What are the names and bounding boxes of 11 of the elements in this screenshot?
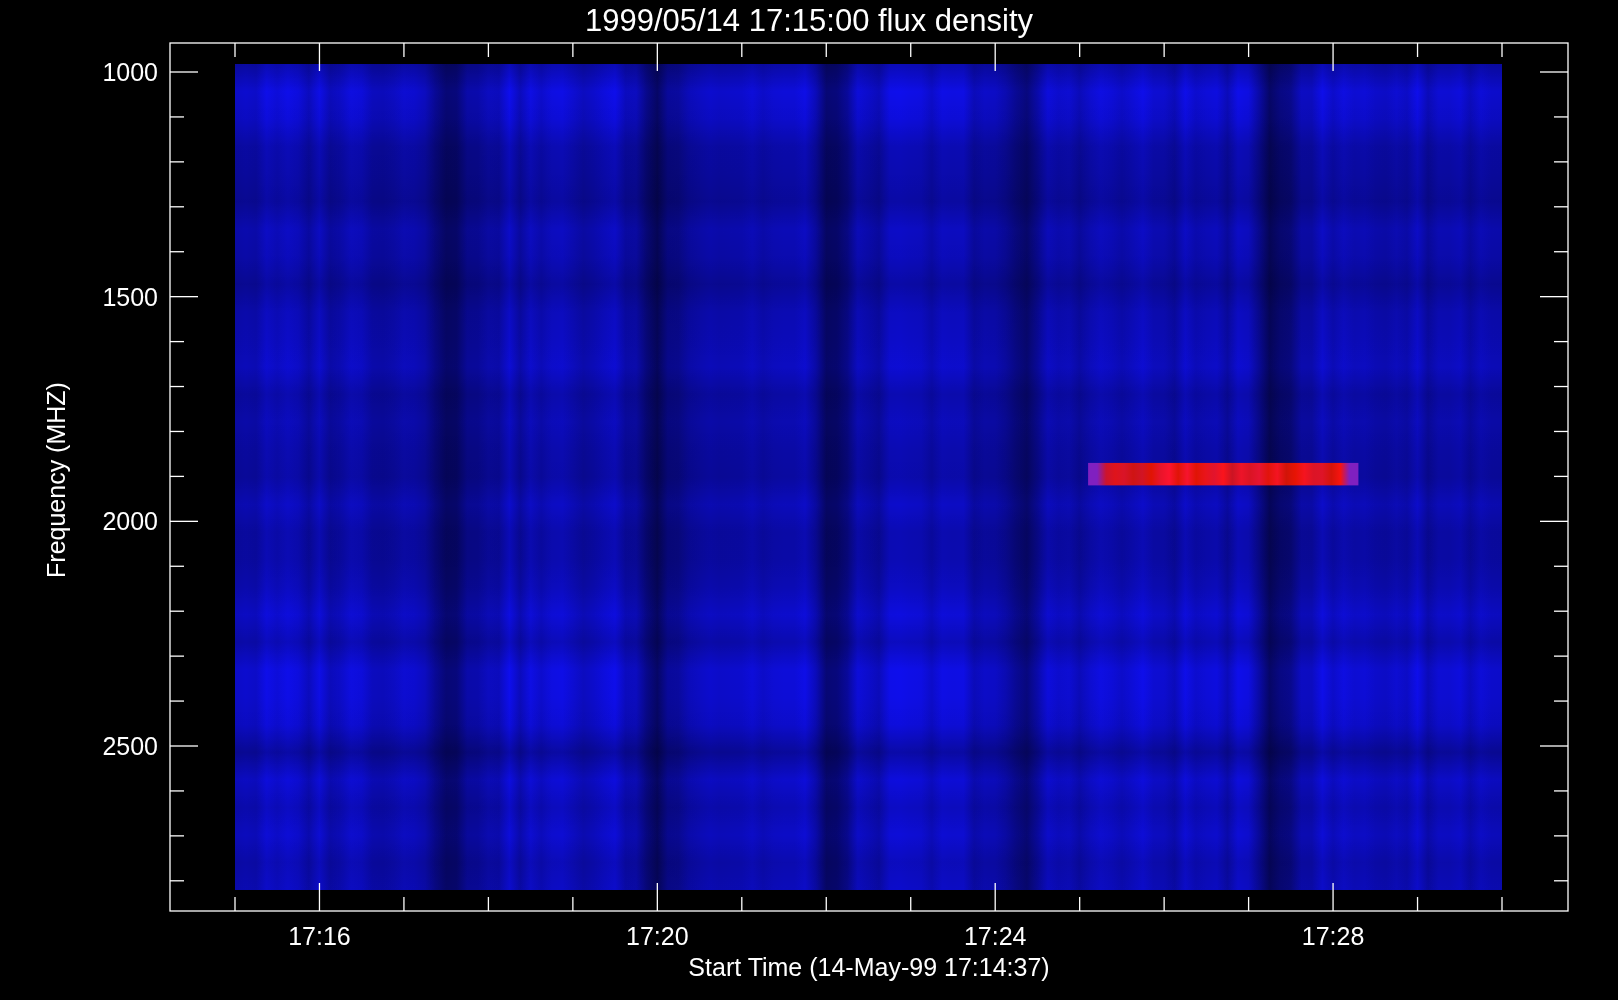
- x-tick-label: 17:20: [626, 922, 689, 950]
- x-axis-label: Start Time (14-May-99 17:14:37): [688, 953, 1050, 981]
- x-tick-label: 17:24: [963, 922, 1027, 950]
- y-tick-label: 2500: [102, 732, 158, 760]
- y-tick-label: 1500: [102, 282, 158, 311]
- x-tick-label: 17:16: [288, 922, 351, 950]
- plot-title: 1999/05/14 17:15:00 flux density: [584, 3, 1034, 38]
- x-tick-label: 17:28: [1301, 922, 1365, 950]
- y-tick-label: 2000: [102, 507, 158, 536]
- y-tick-label: 1000: [102, 58, 158, 86]
- y-axis-label: Frequency (MHZ): [42, 382, 70, 578]
